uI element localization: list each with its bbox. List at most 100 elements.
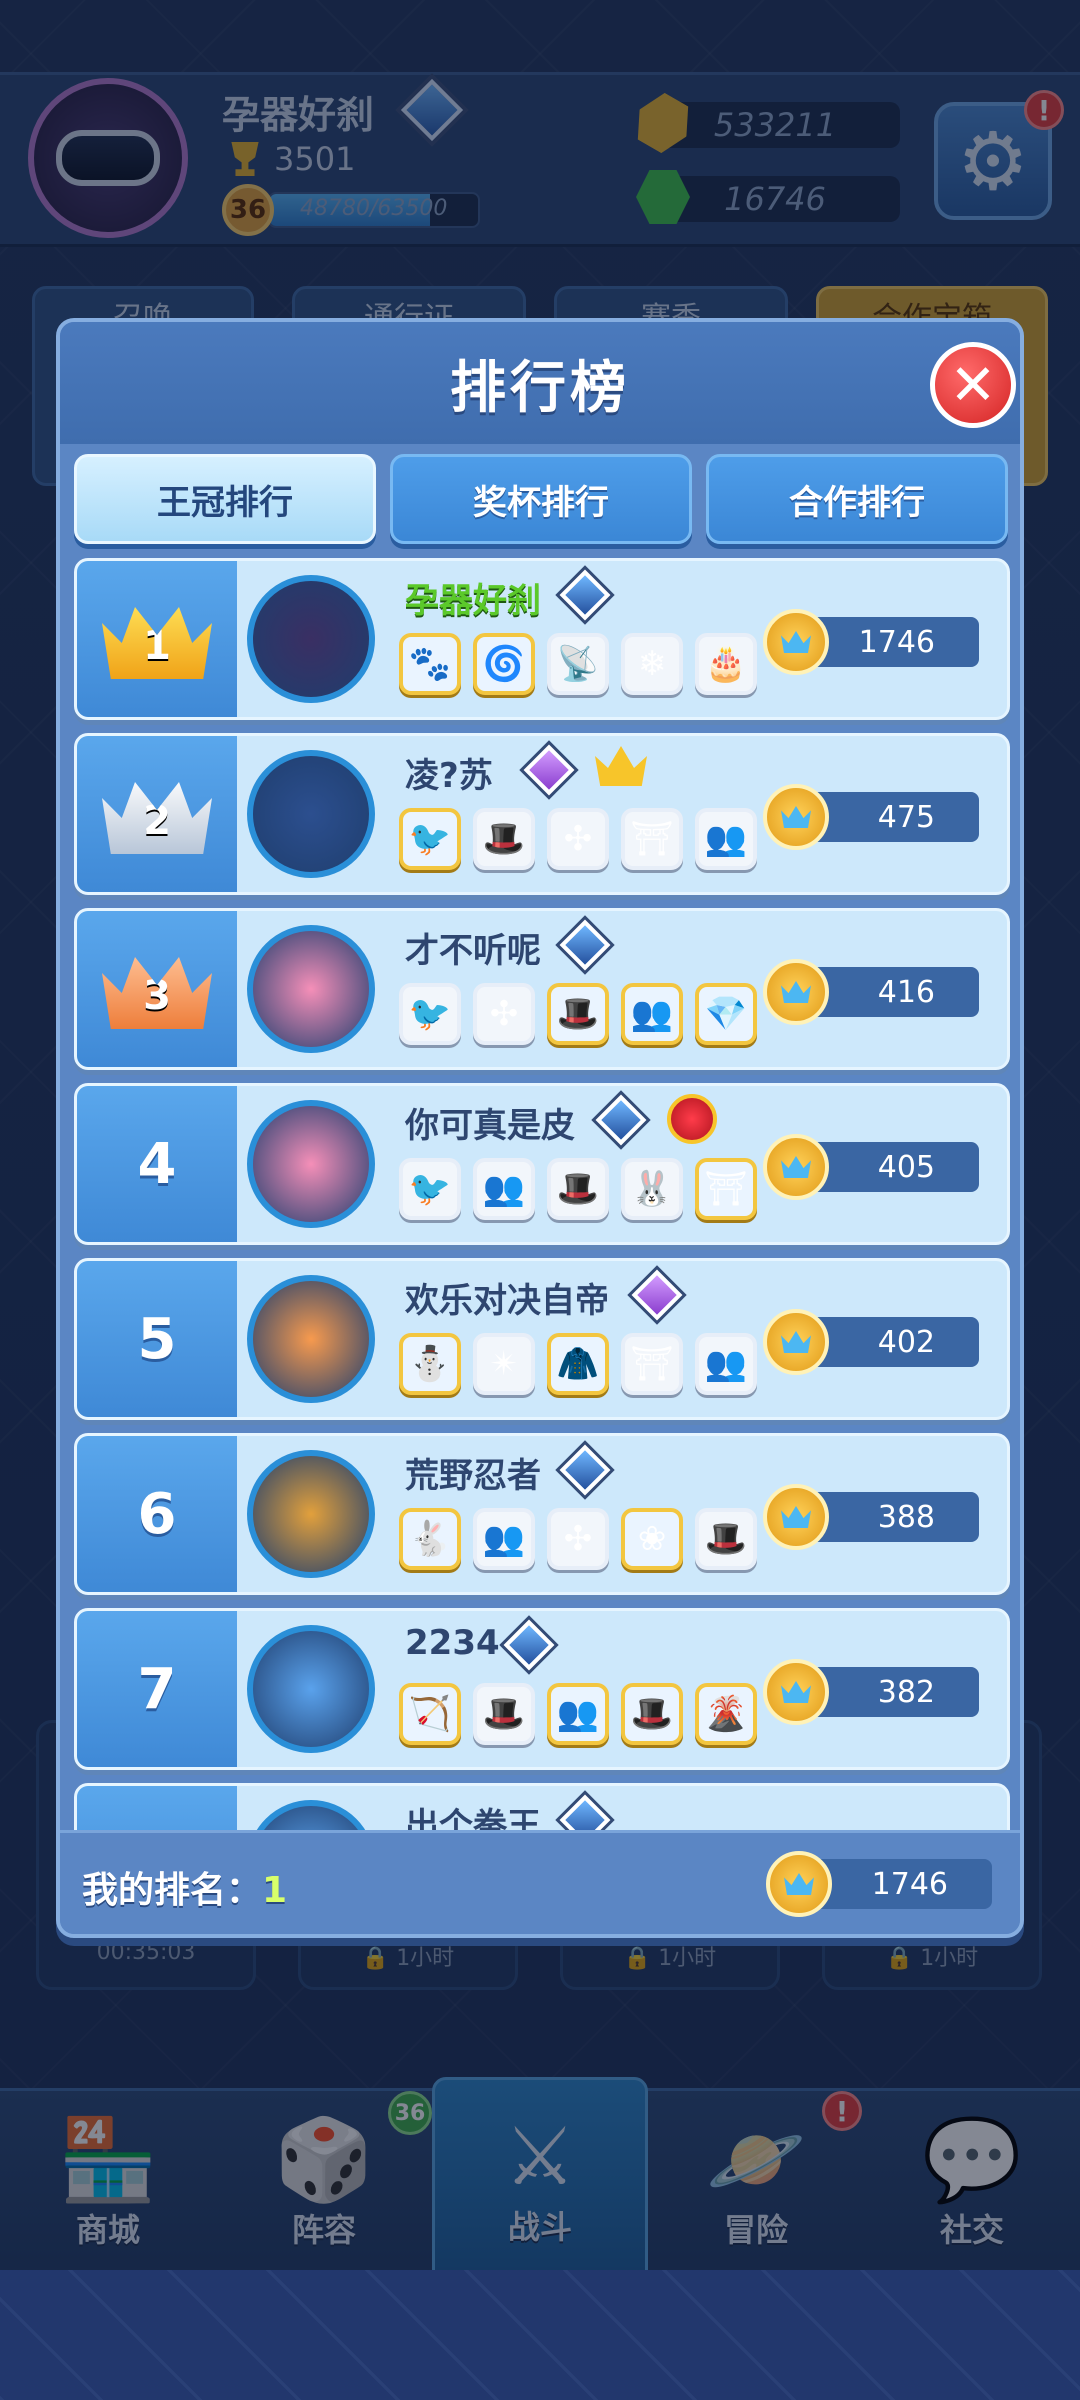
dice-card-icon: 🐦	[399, 983, 461, 1045]
dice-card-icon: 🎩	[547, 983, 609, 1045]
dice-card-icon: 💎	[695, 983, 757, 1045]
dice-card-icon: 🐰	[621, 1158, 683, 1220]
row-rank: 5	[77, 1261, 237, 1417]
player-name: 才不听呢	[405, 931, 541, 971]
rank-number: 3	[143, 973, 171, 1019]
my-rank-label-text: 我的排名：	[82, 1870, 263, 1911]
dice-card-icon: 👥	[695, 1333, 757, 1395]
dice-card-icon: 🐇	[399, 1508, 461, 1570]
heart-crown-icon	[667, 1094, 717, 1144]
diamond-rank-icon	[559, 569, 611, 621]
my-rank-value: 1	[262, 1870, 288, 1911]
silver-trophy-icon[interactable]	[247, 750, 375, 878]
crown-icon	[595, 746, 647, 786]
player-name: 孕器好刹	[405, 581, 541, 621]
dice-card-icon: 🧥	[547, 1333, 609, 1395]
dice-card-icon: ⛄	[399, 1333, 461, 1395]
dice-card-icon: ✣	[547, 1508, 609, 1570]
row-rank: 2	[77, 736, 237, 892]
dice-card-icon: ✴	[473, 1333, 535, 1395]
rank-number: 2	[143, 798, 171, 844]
crown-shield-icon	[763, 1134, 829, 1200]
dice-card-icon: 👥	[695, 808, 757, 870]
modal-header: 排行榜 ✕	[60, 322, 1020, 444]
close-icon: ✕	[949, 352, 997, 418]
pink-blob-icon[interactable]	[247, 925, 375, 1053]
crown-shield-icon	[763, 784, 829, 850]
my-rank-label: 我的排名：1	[82, 1861, 287, 1913]
row-rank: 6	[77, 1436, 237, 1592]
modal-title: 排行榜	[450, 355, 630, 421]
pink-blob-icon[interactable]	[247, 1100, 375, 1228]
lineup-cards: 🏹 🎩 👥 🎩 🌋	[399, 1683, 757, 1745]
rank-crown-icon: 2	[102, 782, 212, 854]
row-rank: 1	[77, 561, 237, 717]
close-button[interactable]: ✕	[930, 342, 1016, 428]
leaderboard-row[interactable]: 3 才不听呢 🐦 ✣ 🎩 👥 💎 416	[74, 908, 1010, 1070]
player-name: 凌?苏	[405, 756, 493, 796]
purple-rank-icon	[523, 744, 575, 796]
leaderboard-row[interactable]: 4 你可真是皮 🐦 👥 🎩 🐰 ⛩ 405	[74, 1083, 1010, 1245]
diamond-rank-icon	[595, 1094, 647, 1146]
dice-card-icon: 🎩	[473, 1683, 535, 1745]
dice-card-icon: 👥	[473, 1508, 535, 1570]
tab-crown-ranking[interactable]: 王冠排行	[74, 454, 376, 544]
dice-card-icon: 🎩	[621, 1683, 683, 1745]
crown-shield-icon	[763, 609, 829, 675]
leaderboard-row[interactable]: 1 孕器好刹 🐾 🌀 📡 ❄ 🎂 1746	[74, 558, 1010, 720]
lineup-cards: 🐦 👥 🎩 🐰 ⛩	[399, 1158, 757, 1220]
rank-number: 1	[143, 623, 171, 669]
rank-crown-icon: 1	[102, 607, 212, 679]
dice-card-icon: 👥	[547, 1683, 609, 1745]
lineup-cards: 🐇 👥 ✣ ❀ 🎩	[399, 1508, 757, 1570]
dice-card-icon: 🐦	[399, 808, 461, 870]
dice-card-icon: 🐾	[399, 633, 461, 695]
leaderboard-row[interactable]: 6 荒野忍者 🐇 👥 ✣ ❀ 🎩 388	[74, 1433, 1010, 1595]
leaderboard-list[interactable]: 1 孕器好刹 🐾 🌀 📡 ❄ 🎂 1746 2 凌?苏 🐦 🎩 ✣ ⛩ 👥 475 3 才不听呢 🐦 ✣ 🎩 👥 💎 416 4…	[74, 558, 1010, 1838]
leaderboard-row[interactable]: 7 2234 🏹 🎩 👥 🎩 🌋 382	[74, 1608, 1010, 1770]
dice-card-icon: ⛩	[695, 1158, 757, 1220]
crown-shield-icon	[763, 1484, 829, 1550]
dice-card-icon: 📡	[547, 633, 609, 695]
visor-helmet-icon[interactable]	[247, 575, 375, 703]
purple-rank-icon	[631, 1269, 683, 1321]
rank-crown-icon: 3	[102, 957, 212, 1029]
lineup-cards: 🐦 ✣ 🎩 👥 💎	[399, 983, 757, 1045]
lineup-cards: 🐦 🎩 ✣ ⛩ 👥	[399, 808, 757, 870]
dice-card-icon: 🌀	[473, 633, 535, 695]
crown-shield-icon	[763, 959, 829, 1025]
player-name: 欢乐对决自帝	[405, 1281, 609, 1321]
leaderboard-tabs: 王冠排行 奖杯排行 合作排行	[74, 454, 1010, 546]
diamond-rank-icon	[559, 1444, 611, 1496]
dice-card-icon: ❄	[621, 633, 683, 695]
player-name: 荒野忍者	[405, 1456, 541, 1496]
dice-card-icon: 🎩	[695, 1508, 757, 1570]
dice-card-icon: ❀	[621, 1508, 683, 1570]
tab-trophy-ranking[interactable]: 奖杯排行	[390, 454, 692, 544]
diamond-emblem-icon[interactable]	[247, 1625, 375, 1753]
dice-card-icon: ✣	[473, 983, 535, 1045]
dice-card-icon: 👥	[473, 1158, 535, 1220]
dice-card-icon: 🐦	[399, 1158, 461, 1220]
diamond-rank-icon	[503, 1619, 555, 1671]
row-rank: 4	[77, 1086, 237, 1242]
lineup-cards: ⛄ ✴ 🧥 ⛩ 👥	[399, 1333, 757, 1395]
my-rank-footer: 我的排名：1 1746	[60, 1830, 1020, 1934]
diamond-rank-icon	[559, 919, 611, 971]
orange-spirit-icon[interactable]	[247, 1275, 375, 1403]
crown-shield-icon	[763, 1309, 829, 1375]
leaderboard-row[interactable]: 2 凌?苏 🐦 🎩 ✣ ⛩ 👥 475	[74, 733, 1010, 895]
dice-card-icon: 👥	[621, 983, 683, 1045]
dice-card-icon: 🎂	[695, 633, 757, 695]
dice-card-icon: ⛩	[621, 1333, 683, 1395]
leaderboard-modal: 排行榜 ✕ 王冠排行 奖杯排行 合作排行 1 孕器好刹 🐾 🌀 📡 ❄ 🎂 1 7 4 6 2 凌?苏 🐦…	[56, 318, 1024, 1938]
player-name: 你可真是皮	[405, 1106, 575, 1146]
gold-medal-icon[interactable]	[247, 1450, 375, 1578]
tab-coop-ranking[interactable]: 合作排行	[706, 454, 1008, 544]
dice-card-icon: ✣	[547, 808, 609, 870]
row-rank: 7	[77, 1611, 237, 1767]
lineup-cards: 🐾 🌀 📡 ❄ 🎂	[399, 633, 757, 695]
dice-card-icon: ⛩	[621, 808, 683, 870]
dice-card-icon: 🎩	[473, 808, 535, 870]
leaderboard-row[interactable]: 5 欢乐对决自帝 ⛄ ✴ 🧥 ⛩ 👥 402	[74, 1258, 1010, 1420]
